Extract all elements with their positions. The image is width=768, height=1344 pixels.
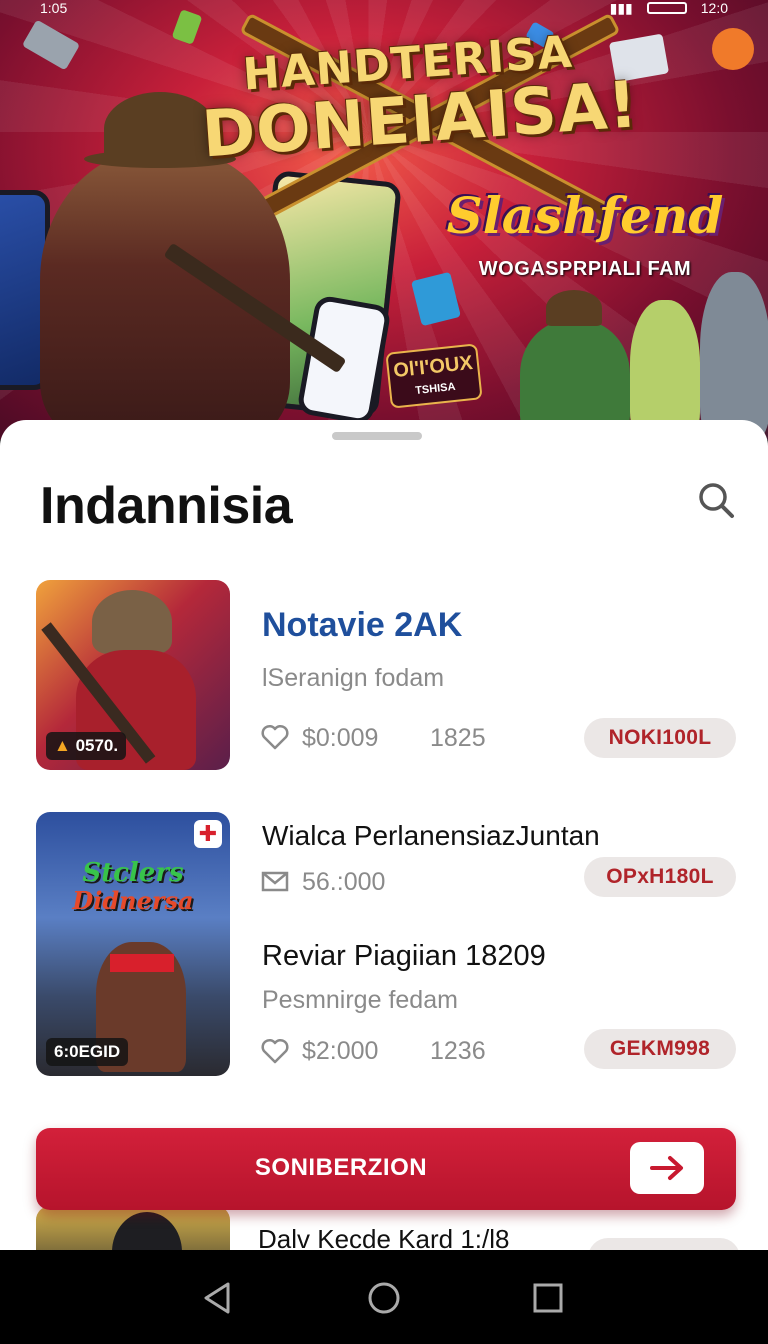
heart-icon[interactable] [260,722,290,752]
hero-lamp [712,28,754,70]
list-item-thumbnail[interactable]: ▲ 0570. [36,580,230,770]
recents-icon[interactable] [528,1278,568,1318]
status-bar: 1:05 ▮▮▮ 12:0 [0,0,768,16]
list-item-count: 1825 [430,724,486,752]
list-item-price: 56.:000 [302,868,386,896]
list-item-thumbnail[interactable]: Stclers Didnersa ✚ 6:0EGID [36,812,230,1076]
list-item-title[interactable]: Reviar Piagiian 18209 [262,940,546,973]
hero-character-hat [546,290,602,326]
thumb-badge: 6:0EGID [46,1038,129,1066]
search-icon[interactable] [694,478,738,522]
subscribe-button-label: SONIBERZION [254,1154,428,1181]
system-nav-bar [0,1250,768,1344]
mail-icon [261,871,289,892]
hero-character-2 [630,300,700,440]
sheet-drag-handle[interactable] [332,432,422,440]
list-item-price: $0:009 [302,724,379,752]
list-item-pill[interactable]: GEKM998 [584,1029,736,1069]
home-icon[interactable] [364,1278,404,1318]
list-item-pill[interactable]: OPxH180L [584,857,736,897]
status-time: 1:05 [40,0,68,16]
list-item-pill[interactable] [588,1238,740,1250]
hero-banner[interactable]: 1:05 ▮▮▮ 12:0 HANDTERISA DONEIAISA! Slas… [0,0,768,440]
arrow-right-icon [630,1142,704,1194]
bottom-sheet: Indannisia ▲ 0570. Notavie 2AK lSeranign… [0,420,768,1250]
thumb-hooded-figure [112,1212,182,1250]
thumb-logo-line2: Didnersa [72,886,194,915]
thumb-helmet [92,590,172,654]
hero-sub-tag: WOGASPRPIALI FAM [478,258,692,280]
subscribe-button[interactable]: SONIBERZION [36,1128,736,1210]
hero-soldier [40,150,290,440]
thumb-logo-line1: Stclers [82,858,184,888]
thumb-badge-text: 0570. [75,736,119,755]
hero-sub-logo: Slashfend [446,186,724,245]
list-item-thumbnail[interactable] [36,1206,230,1250]
page-title: Indannisia [40,477,293,535]
plus-icon[interactable]: ✚ [194,820,222,848]
status-clock: 12:0 [700,0,728,16]
hero-badge-logo: Ol'I'OUX TSHISA [385,343,483,409]
signal-icon: ▮▮▮ [609,0,633,16]
flame-icon: ▲ [54,736,71,755]
list-item-subtitle: lSeranign fodam [262,664,445,692]
list-item-count: 1236 [430,1037,486,1065]
thumb-headband [110,954,174,972]
status-icons: ▮▮▮ 12:0 [610,0,728,16]
list-item-title[interactable]: Notavie 2AK [262,606,462,645]
list-item-pill[interactable]: NOKI100L [584,718,736,758]
battery-icon [646,2,687,14]
hero-character-3 [700,272,768,440]
list-item-price: $2:000 [302,1037,379,1065]
heart-icon[interactable] [260,1036,290,1066]
back-icon[interactable] [198,1278,238,1318]
list-item-title[interactable]: Dalv Kecde Kard 1:/l8 [258,1224,509,1250]
thumb-badge: ▲ 0570. [46,732,127,760]
list-item-title[interactable]: Wialca PerlanensiazJuntan [262,820,600,852]
list-item-subtitle: Pesmnirge fedam [262,986,458,1014]
